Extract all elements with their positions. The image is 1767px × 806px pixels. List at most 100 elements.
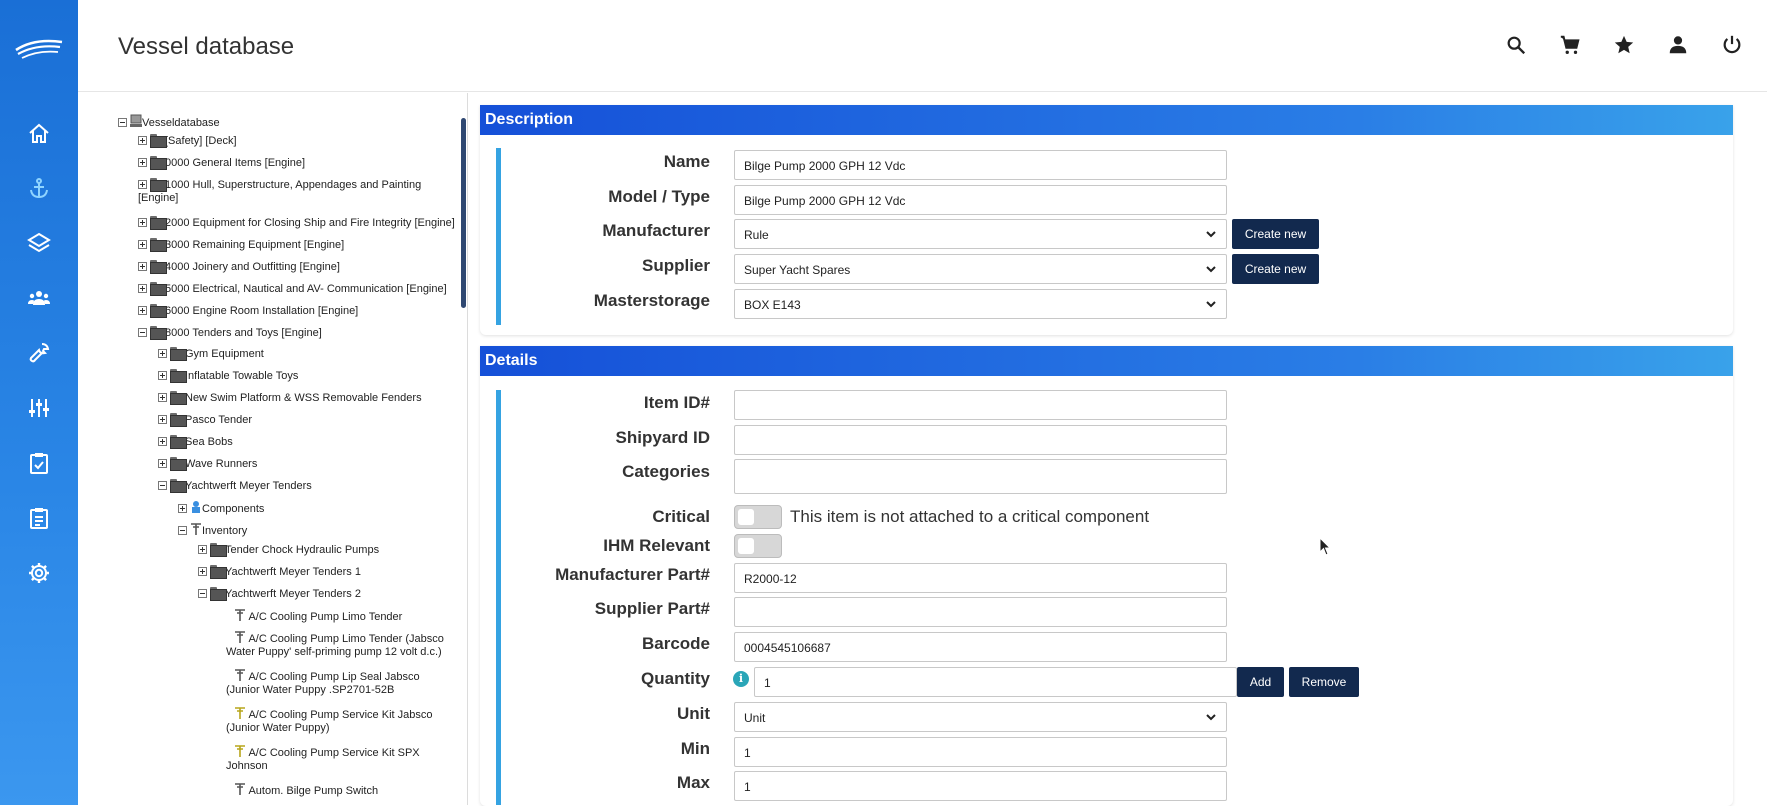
tree-node[interactable]: Pasco Tender — [158, 413, 252, 427]
logout-button[interactable] — [1719, 32, 1745, 58]
collapse-icon[interactable] — [138, 328, 147, 337]
model-label: Model / Type — [608, 187, 710, 206]
ihm-label: IHM Relevant — [603, 536, 710, 555]
nav-settings[interactable] — [0, 551, 78, 595]
details-header: Details — [480, 346, 1733, 376]
expand-icon[interactable] — [138, 262, 147, 271]
create-manufacturer-button[interactable]: Create new — [1232, 219, 1319, 249]
tree-node[interactable]: Inflatable Towable Toys — [158, 369, 298, 383]
collapse-icon[interactable] — [118, 118, 127, 127]
expand-icon[interactable] — [178, 504, 187, 513]
quantity-input[interactable]: 1 — [754, 667, 1237, 697]
expand-icon[interactable] — [138, 284, 147, 293]
expand-icon[interactable] — [158, 437, 167, 446]
name-input[interactable]: Bilge Pump 2000 GPH 12 Vdc — [734, 150, 1227, 180]
tree-scrollbar[interactable] — [461, 118, 466, 308]
clipboard-list-icon — [30, 508, 48, 529]
expand-icon[interactable] — [138, 136, 147, 145]
expand-icon[interactable] — [138, 180, 147, 189]
folder-icon — [170, 479, 187, 493]
tree-node[interactable]: Sea Bobs — [158, 435, 233, 449]
min-input[interactable]: 1 — [734, 737, 1227, 767]
barcode-input[interactable]: 0004545106687 — [734, 632, 1227, 662]
manufacturer-select[interactable]: Rule — [734, 219, 1227, 249]
logo-icon[interactable] — [14, 36, 64, 60]
categories-input[interactable] — [734, 459, 1227, 494]
masterstorage-select[interactable]: BOX E143 — [734, 289, 1227, 319]
expand-icon[interactable] — [138, 158, 147, 167]
favorites-button[interactable] — [1611, 32, 1637, 58]
tree-node[interactable]: [Safety] [Deck] — [138, 134, 237, 148]
nav-tasks[interactable] — [0, 441, 78, 485]
cart-button[interactable] — [1557, 32, 1583, 58]
tree-leaf[interactable]: Autom. Bilge Pump Switch — [234, 782, 378, 798]
manufacturer-part-input[interactable]: R2000-12 — [734, 563, 1227, 593]
tree-leaf[interactable]: A/C Cooling Pump Limo Tender — [234, 608, 402, 624]
layers-icon — [27, 232, 51, 253]
tree-node[interactable]: 3000 Remaining Equipment [Engine] — [138, 238, 344, 252]
remove-quantity-button[interactable]: Remove — [1289, 667, 1359, 697]
tree-node[interactable]: 1000 Hull, Superstructure, Appendages an… — [138, 178, 428, 205]
tree-leaf[interactable]: A/C Cooling Pump Lip Seal Jabsco (Junior… — [226, 668, 456, 697]
nav-crew[interactable] — [0, 276, 78, 320]
collapse-icon[interactable] — [178, 526, 187, 535]
folder-icon — [210, 587, 227, 601]
tree-node[interactable]: Components — [178, 500, 264, 516]
tree-node[interactable]: Wave Runners — [158, 457, 257, 471]
tree-leaf[interactable]: A/C Cooling Pump Service Kit Jabsco (Jun… — [226, 706, 436, 735]
collapse-icon[interactable] — [158, 481, 167, 490]
info-icon[interactable]: i — [733, 671, 749, 687]
tree-leaf[interactable]: A/C Cooling Pump Limo Tender (Jabsco Wat… — [226, 630, 456, 659]
tree-node[interactable]: Yachtwerft Meyer Tenders 1 — [198, 565, 361, 579]
shipyard-id-input[interactable] — [734, 425, 1227, 455]
expand-icon[interactable] — [158, 349, 167, 358]
supplier-select[interactable]: Super Yacht Spares — [734, 254, 1227, 284]
expand-icon[interactable] — [198, 567, 207, 576]
expand-icon[interactable] — [198, 545, 207, 554]
tree-node[interactable]: 0000 General Items [Engine] — [138, 156, 305, 170]
item-id-input[interactable] — [734, 390, 1227, 420]
tree-node[interactable]: 4000 Joinery and Outfitting [Engine] — [138, 260, 340, 274]
tree-leaf[interactable]: A/C Cooling Pump Service Kit SPX Johnson — [226, 744, 436, 773]
folder-icon — [150, 260, 167, 274]
unit-select[interactable]: Unit — [734, 702, 1227, 732]
tree-node[interactable]: Tender Chock Hydraulic Pumps — [198, 543, 379, 557]
tree-node[interactable]: Gym Equipment — [158, 347, 264, 361]
nav-lists[interactable] — [0, 496, 78, 540]
search-button[interactable] — [1503, 32, 1529, 58]
tree-node[interactable]: New Swim Platform & WSS Removable Fender… — [158, 391, 422, 405]
collapse-icon[interactable] — [198, 589, 207, 598]
nav-settings-sliders[interactable] — [0, 386, 78, 430]
tree-node[interactable]: 6000 Engine Room Installation [Engine] — [138, 304, 358, 318]
expand-icon[interactable] — [138, 306, 147, 315]
nav-vessel[interactable] — [0, 166, 78, 210]
add-quantity-button[interactable]: Add — [1237, 667, 1284, 697]
tree-node[interactable]: Yachtwerft Meyer Tenders — [158, 479, 312, 493]
max-input[interactable]: 1 — [734, 771, 1227, 801]
folder-icon — [210, 543, 227, 557]
profile-button[interactable] — [1665, 32, 1691, 58]
create-supplier-button[interactable]: Create new — [1232, 254, 1319, 284]
expand-icon[interactable] — [158, 371, 167, 380]
tree-node[interactable]: 8000 Tenders and Toys [Engine] — [138, 326, 322, 340]
model-input[interactable]: Bilge Pump 2000 GPH 12 Vdc — [734, 185, 1227, 215]
nav-home[interactable] — [0, 112, 78, 156]
tree-node-root[interactable]: Vesseldatabase — [118, 114, 220, 130]
expand-icon[interactable] — [138, 240, 147, 249]
star-icon — [1614, 35, 1634, 54]
ihm-toggle[interactable] — [734, 534, 782, 558]
expand-icon[interactable] — [138, 218, 147, 227]
header: Vessel database — [78, 0, 1767, 92]
supplier-part-label: Supplier Part# — [594, 599, 710, 618]
tree-node[interactable]: 5000 Electrical, Nautical and AV- Commun… — [138, 282, 447, 296]
nav-layers[interactable] — [0, 221, 78, 265]
tree-node[interactable]: 2000 Equipment for Closing Ship and Fire… — [138, 216, 455, 230]
supplier-part-input[interactable] — [734, 597, 1227, 627]
tree-node[interactable]: Yachtwerft Meyer Tenders 2 — [198, 587, 361, 601]
critical-toggle[interactable] — [734, 505, 782, 529]
nav-maintenance[interactable] — [0, 331, 78, 375]
expand-icon[interactable] — [158, 393, 167, 402]
expand-icon[interactable] — [158, 415, 167, 424]
expand-icon[interactable] — [158, 459, 167, 468]
tree-node[interactable]: Inventory — [178, 522, 247, 538]
